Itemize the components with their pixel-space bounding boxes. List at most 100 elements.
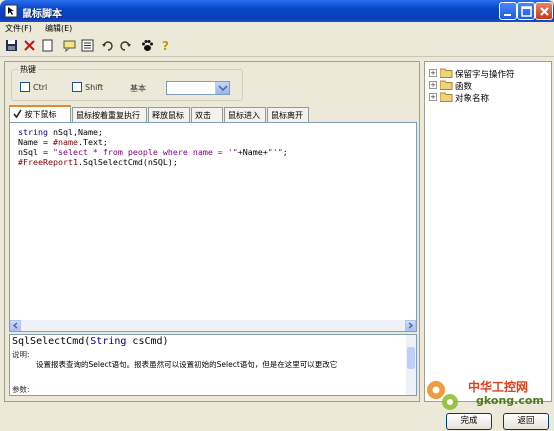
paw-button[interactable] (140, 38, 155, 53)
folder-icon (440, 68, 453, 78)
tab-label: 鼠标按着重复执行 (76, 111, 140, 120)
new-icon (42, 39, 53, 52)
base-key-select[interactable] (166, 81, 230, 95)
help-vertical-scrollbar[interactable] (406, 335, 416, 395)
comment-icon (63, 40, 76, 53)
close-icon (540, 7, 549, 16)
paw-icon (142, 40, 153, 51)
window-title: 鼠标脚本 (22, 9, 62, 20)
back-button[interactable]: 返回 (503, 413, 549, 430)
event-tabs: 按下鼠标 鼠标按着重复执行 释放鼠标 双击 鼠标进入 鼠标离开 (9, 105, 417, 122)
menu-file[interactable]: 文件(F) (5, 23, 32, 34)
undo-button[interactable] (100, 38, 115, 53)
title-bar: 鼠标脚本 (0, 0, 554, 22)
code-text: +Name+ (237, 147, 268, 157)
code-object: #FreeReport1 (18, 157, 78, 167)
code-text: nSql = (18, 147, 53, 157)
expand-icon[interactable]: + (429, 81, 437, 89)
folder-icon (440, 92, 453, 102)
tree-label: 函数 (455, 82, 473, 92)
hotkey-legend: 热键 (18, 64, 38, 75)
code-object: #name (52, 137, 78, 147)
scroll-thumb[interactable] (407, 347, 415, 369)
svg-text:?: ? (162, 39, 169, 53)
hotkey-group: 热键 Ctrl Shift 基本 (11, 64, 243, 101)
watermark-brand: 中华工控网 (468, 380, 529, 394)
ctrl-checkbox[interactable] (20, 82, 30, 92)
code-line: #FreeReport1.SqlSelectCmd(nSQL); (18, 157, 288, 167)
code-horizontal-scrollbar[interactable] (10, 320, 416, 331)
tab-mouse-up[interactable]: 释放鼠标 (148, 107, 190, 122)
tab-mouse-leave[interactable]: 鼠标离开 (267, 107, 309, 122)
tab-label: 鼠标离开 (271, 111, 303, 120)
description-text: 设置报表查询的Select语句。报表虽然可以设置初始的Select语句，但是在这… (36, 360, 338, 369)
tab-mouse-enter[interactable]: 鼠标进入 (224, 107, 266, 122)
chevron-down-icon[interactable] (215, 82, 229, 94)
save-button[interactable] (4, 38, 19, 53)
comment-button[interactable] (62, 38, 77, 53)
help-icon: ? (162, 39, 169, 53)
delete-icon (24, 40, 35, 51)
function-param: csCmd) (126, 336, 169, 347)
back-label: 返回 (517, 416, 535, 426)
finish-label: 完成 (460, 416, 478, 426)
app-icon (4, 4, 18, 18)
description-label: 说明: (12, 350, 30, 359)
tree-label: 对象名称 (455, 94, 490, 104)
code-text: ; (282, 147, 288, 157)
menu-bar: 文件(F) 编辑(E) (0, 22, 554, 35)
tab-mouse-hold-repeat[interactable]: 鼠标按着重复执行 (72, 107, 147, 122)
code-keyword: string (18, 127, 48, 137)
code-line: Name = #name.Text; (18, 137, 288, 147)
tab-label: 鼠标进入 (228, 111, 260, 120)
close-button[interactable] (535, 2, 553, 20)
function-name: SqlSelectCmd( (12, 336, 91, 347)
redo-icon (120, 41, 131, 51)
watermark: 中华工控网 gkong.com (420, 376, 548, 416)
code-text: .Text; (77, 137, 108, 147)
code-text: nSql,Name; (47, 127, 103, 137)
function-signature: SqlSelectCmd(String csCmd) (12, 336, 169, 347)
menu-edit[interactable]: 编辑(E) (45, 23, 72, 34)
code-line: string nSql,Name; (18, 127, 288, 137)
save-icon (6, 40, 17, 51)
script-editor-panel: 热键 Ctrl Shift 基本 按下鼠标 鼠标按着重复执行 释放鼠标 双击 鼠… (4, 61, 420, 402)
tab-label: 双击 (195, 111, 211, 120)
scroll-right-icon[interactable] (405, 320, 416, 331)
expand-icon[interactable]: + (429, 93, 437, 101)
finish-button[interactable]: 完成 (446, 413, 492, 430)
maximize-button[interactable] (517, 2, 535, 20)
minimize-icon (504, 14, 511, 16)
minimize-button[interactable] (499, 2, 517, 20)
check-icon (13, 109, 22, 119)
folder-icon (440, 80, 453, 90)
function-param-type: String (90, 336, 127, 347)
ctrl-label: Ctrl (33, 83, 48, 92)
maximize-icon (521, 6, 532, 17)
new-button[interactable] (40, 38, 55, 53)
code-text: .SqlSelectCmd(nSQL); (77, 157, 178, 167)
code-string: "select * from people where name = '" (52, 147, 238, 157)
tab-label: 按下鼠标 (24, 110, 57, 119)
function-help-panel: SqlSelectCmd(String csCmd) 说明: 设置报表查询的Se… (9, 334, 417, 396)
tab-label: 释放鼠标 (152, 111, 184, 120)
tab-double-click[interactable]: 双击 (191, 107, 223, 122)
tab-mouse-down[interactable]: 按下鼠标 (9, 105, 71, 122)
code-line: nSql = "select * from people where name … (18, 147, 288, 157)
shift-checkbox[interactable] (72, 82, 82, 92)
list-icon (81, 39, 94, 52)
scroll-left-icon[interactable] (10, 320, 21, 331)
list-button[interactable] (80, 38, 95, 53)
reference-tree: + 保留字与操作符 + 函数 + 对象名称 (424, 61, 552, 402)
shift-label: Shift (85, 83, 104, 92)
code-text: Name = (18, 137, 53, 147)
help-button[interactable]: ? (158, 38, 173, 53)
base-label: 基本 (130, 84, 146, 93)
code-editor[interactable]: string nSql,Name; Name = #name.Text; nSq… (9, 122, 417, 332)
params-label: 参数: (12, 385, 30, 394)
expand-icon[interactable]: + (429, 69, 437, 77)
delete-button[interactable] (22, 38, 37, 53)
watermark-domain: gkong.com (476, 394, 544, 407)
undo-icon (102, 41, 113, 51)
redo-button[interactable] (118, 38, 133, 53)
